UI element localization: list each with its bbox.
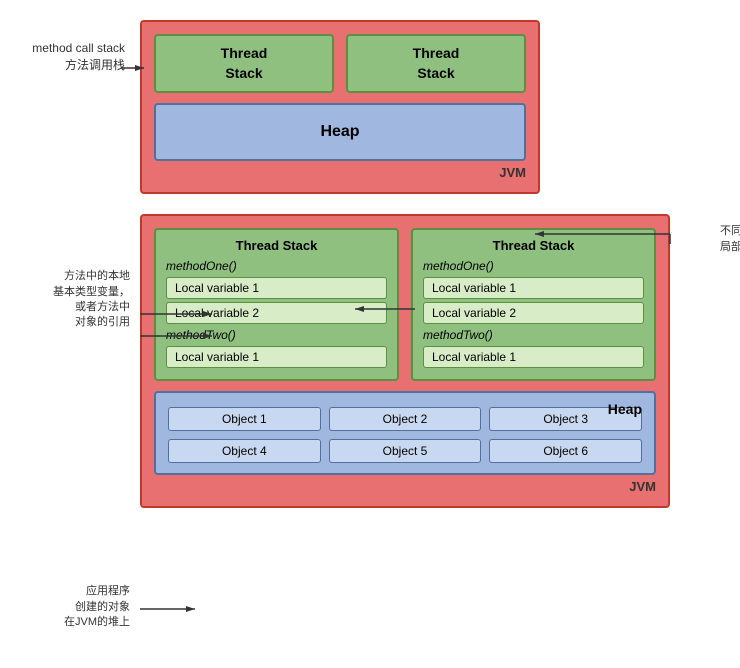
object-2: Object 2	[329, 407, 482, 431]
thread-stack-box-1: ThreadStack	[154, 34, 334, 93]
object-6: Object 6	[489, 439, 642, 463]
thread-stack-box-2: ThreadStack	[346, 34, 526, 93]
thread-stack-2-bottom: Thread Stack methodOne() Local variable …	[411, 228, 656, 381]
heap-objects-grid: Object 1 Object 2 Object 3 Object 4 Obje…	[168, 407, 642, 463]
annot-no-share: 不同线程的方法局部变量不可共享	[720, 224, 740, 255]
local-var-4-1: Local variable 1	[423, 346, 644, 368]
jvm-box-top: ThreadStack ThreadStack Heap JVM	[140, 20, 540, 194]
jvm-label-top: JVM	[154, 165, 526, 180]
thread-stack-2-title: Thread Stack	[423, 238, 644, 253]
object-1: Object 1	[168, 407, 321, 431]
method-one-label-1: methodOne()	[166, 259, 387, 273]
bottom-jvm-diagram: 方法中的本地基本类型变量，或者方法中对象的引用 应用程序创建的对象在JVM的堆上…	[140, 214, 710, 508]
top-jvm-diagram: method call stack 方法调用栈 ThreadStack Thre…	[140, 20, 620, 194]
thread-stack-1-bottom: Thread Stack methodOne() Local variable …	[154, 228, 399, 381]
method-one-label-2: methodOne()	[423, 259, 644, 273]
object-4: Object 4	[168, 439, 321, 463]
thread-stacks-row-bottom: Thread Stack methodOne() Local variable …	[154, 228, 656, 381]
heap-box-top: Heap	[154, 103, 526, 161]
local-var-1-1: Local variable 1	[166, 277, 387, 299]
annot-local-vars: 方法中的本地基本类型变量，或者方法中对象的引用	[15, 269, 130, 331]
thread-stack-1-title: Thread Stack	[166, 238, 387, 253]
method-two-label-1: methodTwo()	[166, 328, 387, 342]
local-var-2-1: Local variable 1	[166, 346, 387, 368]
thread-stacks-row-top: ThreadStack ThreadStack	[154, 34, 526, 93]
local-var-3-1: Local variable 1	[423, 277, 644, 299]
method-two-label-2: methodTwo()	[423, 328, 644, 342]
jvm-label-bottom: JVM	[154, 479, 656, 494]
local-var-3-2: Local variable 2	[423, 302, 644, 324]
jvm-box-bottom: Thread Stack methodOne() Local variable …	[140, 214, 670, 508]
heap-box-bottom: Heap Object 1 Object 2 Object 3 Object 4…	[154, 391, 656, 475]
heap-label: Heap	[608, 401, 642, 417]
object-5: Object 5	[329, 439, 482, 463]
method-call-label: method call stack 方法调用栈	[15, 40, 125, 74]
local-var-1-2: Local variable 2	[166, 302, 387, 324]
annot-heap-objects: 应用程序创建的对象在JVM的堆上	[15, 584, 130, 630]
